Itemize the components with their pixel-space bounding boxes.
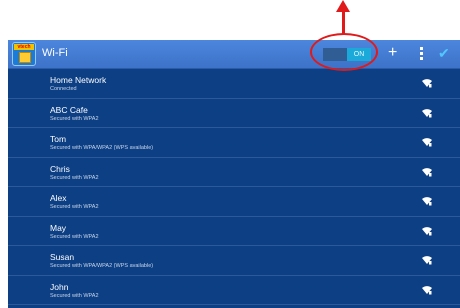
wifi-signal-icon: [422, 197, 432, 206]
network-status: Secured with WPA2: [50, 115, 99, 122]
vtech-logo-icon: vtech: [12, 42, 36, 66]
network-row[interactable]: Tom Secured with WPA/WPA2 (WPS available…: [8, 128, 460, 158]
arrow-head-icon: [336, 0, 350, 12]
wifi-signal-icon: [422, 108, 432, 117]
checkmark-icon[interactable]: ✔: [438, 45, 450, 62]
arrow-shaft: [342, 12, 345, 34]
overflow-menu-icon[interactable]: [420, 47, 423, 61]
wifi-signal-icon: [422, 226, 432, 235]
network-name: Tom: [50, 134, 67, 144]
network-row[interactable]: Chris Secured with WPA2: [8, 158, 460, 187]
network-status: Secured with WPA/WPA2 (WPS available): [50, 145, 154, 151]
plus-icon[interactable]: +: [388, 44, 397, 62]
network-name: May: [50, 222, 67, 233]
network-row[interactable]: Home Network Connected: [8, 69, 460, 99]
wifi-signal-icon: [422, 79, 432, 88]
network-name: Home Network: [50, 75, 107, 85]
network-status: Secured with WPA/WPA2 (WPS available): [50, 263, 154, 269]
network-name: Alex: [50, 193, 67, 203]
annotation-circle: [310, 33, 378, 71]
network-name: ABC Cafe: [50, 104, 88, 115]
app-bar: vtech Wi-Fi ON + ✔: [8, 33, 460, 71]
wifi-settings-screen: vtech Wi-Fi ON + ✔ Home Network Connecte…: [8, 33, 460, 308]
network-status: Connected: [50, 86, 77, 92]
network-name: Susan: [50, 252, 75, 262]
network-row[interactable]: John Secured with WPA2: [8, 276, 460, 305]
page-title: Wi-Fi: [42, 47, 68, 59]
network-row[interactable]: ABC Cafe Secured with WPA2: [8, 99, 460, 128]
wifi-signal-icon: [422, 256, 432, 265]
network-status: Secured with WPA2: [50, 233, 99, 240]
network-row[interactable]: Alex Secured with WPA2: [8, 187, 460, 217]
network-row[interactable]: May Secured with WPA2: [8, 217, 460, 246]
logo-badge: vtech: [14, 44, 34, 50]
logo-box: [19, 52, 31, 63]
wifi-signal-icon: [422, 167, 432, 176]
network-list: Home Network Connected ABC Cafe Secured …: [8, 69, 460, 305]
network-status: Secured with WPA2: [50, 292, 99, 299]
network-name: Chris: [50, 163, 70, 174]
network-status: Secured with WPA2: [50, 174, 99, 181]
wifi-signal-icon: [422, 138, 432, 147]
wifi-signal-icon: [422, 285, 432, 294]
network-name: John: [50, 281, 69, 292]
network-row[interactable]: Susan Secured with WPA/WPA2 (WPS availab…: [8, 246, 460, 276]
network-status: Secured with WPA2: [50, 204, 99, 210]
